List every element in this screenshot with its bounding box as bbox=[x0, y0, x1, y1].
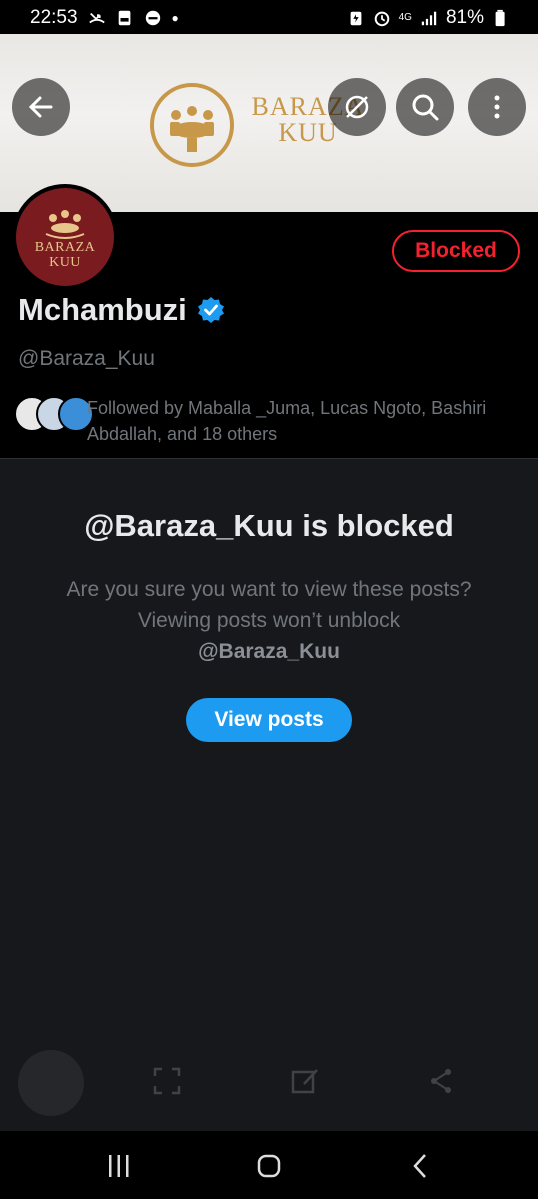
divider bbox=[0, 458, 538, 459]
faded-action-bar bbox=[0, 1048, 538, 1118]
grok-button[interactable] bbox=[328, 78, 386, 136]
avatar-line1: BARAZA bbox=[34, 240, 96, 255]
followers-avatars[interactable] bbox=[14, 396, 94, 432]
faded-thumbnail bbox=[18, 1050, 84, 1116]
blocked-description: Are you sure you want to view these post… bbox=[60, 574, 478, 667]
scan-icon bbox=[153, 1067, 181, 1095]
status-bar: 22:53 ● 4G 81% bbox=[0, 0, 538, 34]
signal-icon bbox=[421, 11, 437, 26]
avatar[interactable]: BARAZA KUU bbox=[12, 184, 118, 290]
share-icon bbox=[431, 1069, 451, 1093]
battery-saver-icon bbox=[350, 11, 362, 26]
view-posts-button[interactable]: View posts bbox=[186, 698, 352, 742]
alarm-icon bbox=[374, 11, 389, 27]
blocked-description-handle: @Baraza_Kuu bbox=[198, 640, 340, 663]
followed-by-text[interactable]: Followed by Maballa _Juma, Lucas Ngoto, … bbox=[87, 395, 487, 447]
missed-call-icon bbox=[88, 12, 105, 24]
verified-badge-icon[interactable] bbox=[197, 296, 225, 324]
more-vertical-icon bbox=[494, 95, 500, 119]
avatar-logo-icon bbox=[45, 210, 85, 239]
back-nav-icon[interactable] bbox=[406, 1151, 436, 1181]
display-name-row: Mchambuzi bbox=[18, 292, 225, 328]
notification-dot-icon: ● bbox=[171, 11, 179, 25]
avatar-text: BARAZA KUU bbox=[16, 240, 114, 270]
status-time: 22:53 bbox=[30, 7, 78, 28]
blocked-title: @Baraza_Kuu is blocked bbox=[84, 508, 454, 543]
back-arrow-icon bbox=[28, 96, 53, 118]
recent-apps-icon[interactable] bbox=[104, 1151, 134, 1181]
dnd-icon bbox=[145, 10, 160, 26]
display-name: Mchambuzi bbox=[18, 292, 187, 327]
profile-handle: @Baraza_Kuu bbox=[18, 347, 155, 370]
profile-header: BARAZA KUU Blocked Mchambuzi @Baraza_Kuu… bbox=[0, 184, 538, 458]
more-options-button[interactable] bbox=[468, 78, 526, 136]
system-navigation-bar bbox=[0, 1131, 538, 1199]
avatar-line2: KUU bbox=[49, 255, 81, 270]
grok-icon bbox=[345, 95, 369, 119]
battery-icon bbox=[495, 9, 505, 27]
battery-percent: 81% bbox=[445, 7, 484, 28]
avatar-image: BARAZA KUU bbox=[16, 188, 114, 286]
search-icon bbox=[412, 94, 439, 121]
network-type: 4G bbox=[398, 12, 412, 23]
blocked-description-text: Are you sure you want to view these post… bbox=[66, 578, 472, 632]
profile-banner: BARAZA KUU bbox=[0, 34, 538, 212]
search-button[interactable] bbox=[396, 78, 454, 136]
home-icon[interactable] bbox=[254, 1151, 284, 1181]
blocked-button[interactable]: Blocked bbox=[392, 230, 520, 272]
edit-icon bbox=[291, 1069, 318, 1094]
pdf-icon bbox=[118, 10, 130, 26]
back-button[interactable] bbox=[12, 78, 70, 136]
